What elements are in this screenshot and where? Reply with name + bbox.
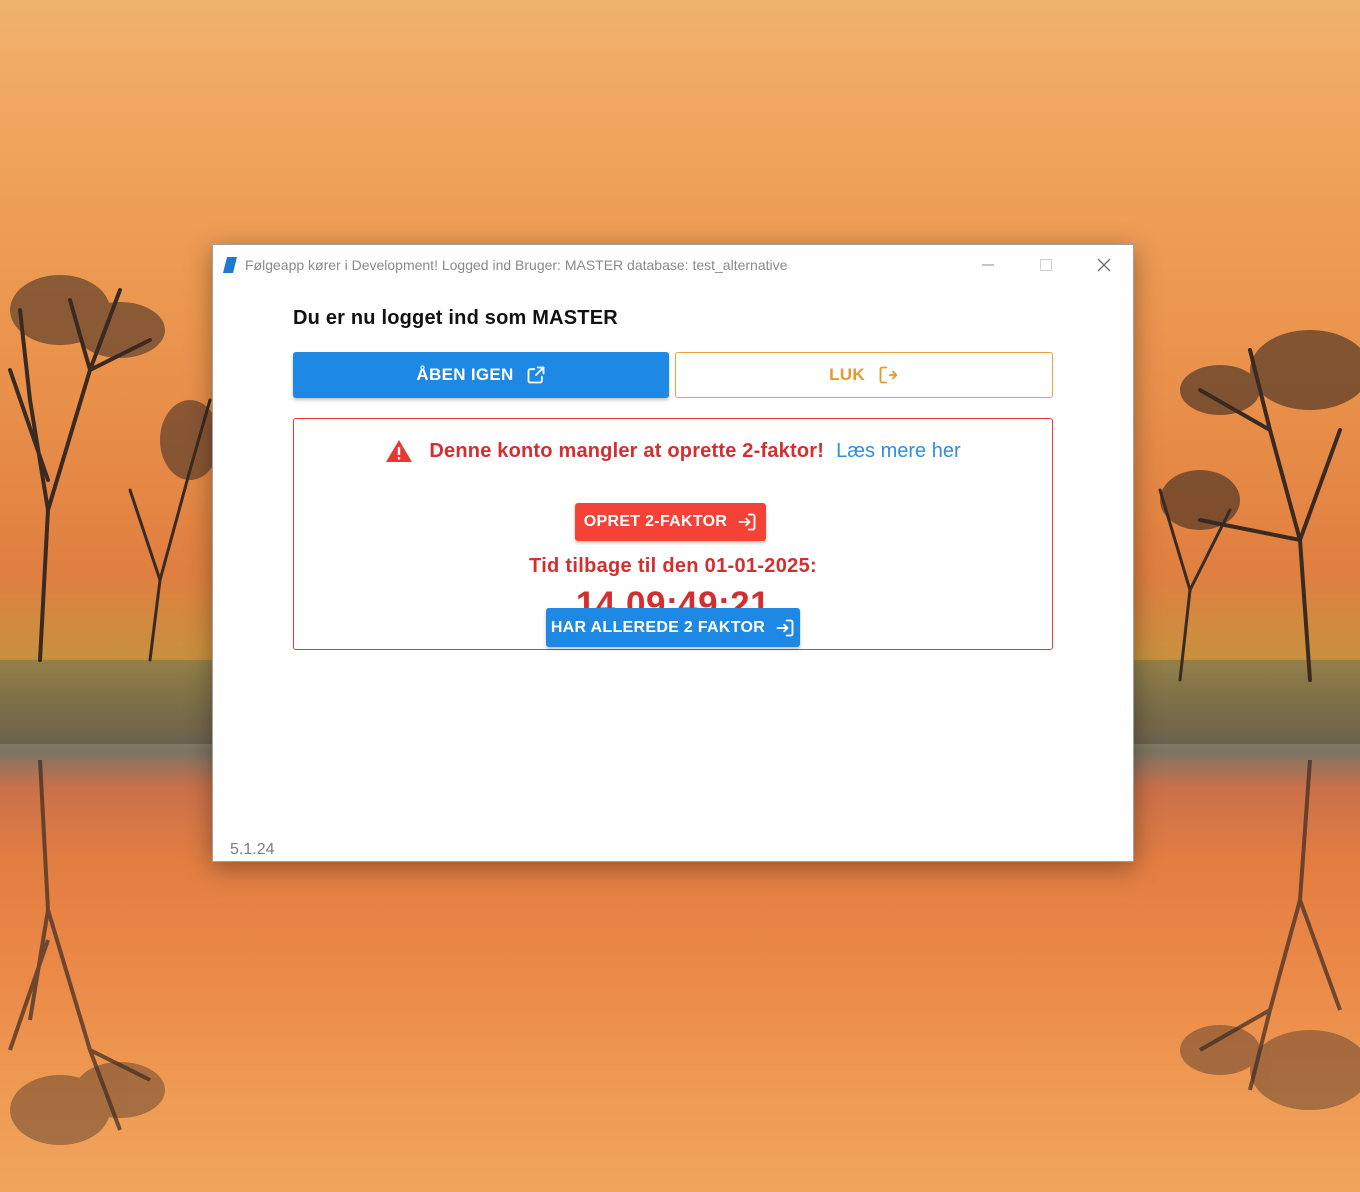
already-2fa-label: HAR ALLEREDE 2 FAKTOR	[550, 618, 766, 636]
close-label: LUK	[829, 365, 865, 384]
alert-message: Denne konto mangler at oprette 2-faktor!	[429, 439, 825, 462]
minimize-icon	[982, 264, 994, 266]
open-again-button[interactable]: ÅBEN IGEN	[293, 352, 669, 398]
close-window-button[interactable]	[1075, 245, 1133, 285]
login-icon	[776, 619, 794, 636]
app-logo-icon	[223, 257, 237, 273]
create-2fa-button[interactable]: OPRET 2-FAKTOR	[575, 503, 766, 541]
window-title: Følgeapp kører i Development! Logged ind…	[245, 257, 788, 273]
action-buttons: ÅBEN IGEN LUK	[293, 352, 1053, 398]
already-2fa-button[interactable]: HAR ALLEREDE 2 FAKTOR	[546, 608, 800, 647]
warning-triangle-icon	[386, 440, 413, 462]
title-bar[interactable]: Følgeapp kører i Development! Logged ind…	[213, 245, 1133, 285]
wallpaper-reflection-left	[0, 760, 220, 1160]
deadline-text: Tid tilbage til den 01-01-2025:	[529, 555, 817, 577]
maximize-icon	[1040, 259, 1052, 271]
logout-icon	[879, 366, 898, 384]
main-content: Du er nu logget ind som MASTER ÅBEN IGEN…	[293, 307, 1053, 650]
open-in-new-icon	[527, 366, 544, 384]
version-label: 5.1.24	[230, 841, 275, 858]
maximize-button[interactable]	[1017, 245, 1075, 285]
create-2fa-label: OPRET 2-FAKTOR	[583, 513, 728, 530]
close-button[interactable]: LUK	[675, 352, 1053, 398]
minimize-button[interactable]	[959, 245, 1017, 285]
read-more-link[interactable]: Læs mere her	[836, 440, 961, 463]
alert-message-line: Denne konto mangler at oprette 2-faktor!…	[294, 439, 1052, 463]
wallpaper-reflection-right	[1140, 760, 1360, 1160]
login-icon	[738, 513, 756, 531]
page-title: Du er nu logget ind som MASTER	[293, 307, 618, 329]
close-icon	[1097, 258, 1111, 272]
wallpaper-tree-right	[1140, 290, 1360, 690]
wallpaper-tree-left	[0, 250, 220, 670]
open-again-label: ÅBEN IGEN	[416, 365, 514, 384]
app-window: Følgeapp kører i Development! Logged ind…	[212, 244, 1134, 862]
